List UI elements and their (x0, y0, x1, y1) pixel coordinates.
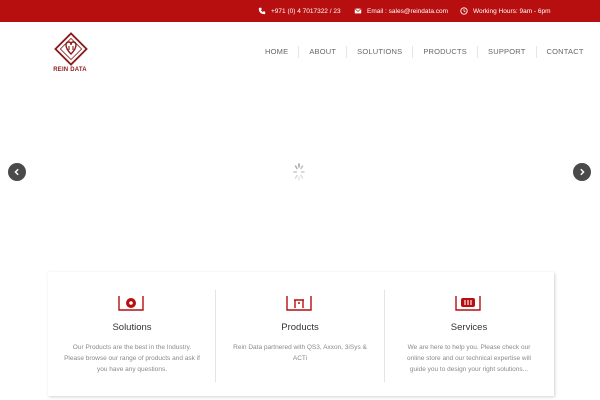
phone-contact[interactable]: +971 (0) 4 7017322 / 23 (257, 0, 341, 22)
rein-data-logo[interactable]: REIN DATA (50, 32, 90, 80)
site-header: REIN DATA HOME ABOUT SOLUTIONS PRODUCTS … (0, 22, 600, 82)
nav-item-products[interactable]: PRODUCTS (412, 46, 477, 58)
logo-text: REIN DATA (53, 67, 87, 73)
working-hours: Working Hours: 9am - 6pm (459, 0, 551, 22)
email-contact[interactable]: Email : sales@reindata.com (353, 0, 448, 22)
feature-title: Services (450, 322, 488, 333)
top-contact-bar: +971 (0) 4 7017322 / 23 Email : sales@re… (0, 0, 600, 22)
feature-description: Rein Data partnered with QS3, Axxon, 3iS… (233, 344, 367, 362)
nav-item-solutions[interactable]: SOLUTIONS (346, 46, 412, 58)
chevron-right-icon (580, 168, 585, 176)
feature-description: We are here to help you. Please check ou… (407, 344, 531, 373)
feature-title: Solutions (112, 322, 152, 333)
product-box-icon (286, 296, 312, 311)
loading-spinner-icon (293, 163, 305, 181)
nav-item-home[interactable]: HOME (255, 46, 298, 58)
feature-solutions[interactable]: Solutions Our Products are the best in t… (48, 272, 216, 396)
phone-icon (257, 7, 266, 16)
chevron-left-icon (14, 168, 19, 176)
feature-products[interactable]: Products Rein Data partnered with QS3, A… (216, 272, 384, 396)
feature-description: Our Products are the best in the Industr… (64, 344, 200, 373)
hero-slider (0, 82, 600, 272)
envelope-icon (353, 7, 362, 16)
logo-mark-icon (54, 32, 88, 66)
support-icon (455, 296, 481, 311)
email-address: Email : sales@reindata.com (367, 7, 449, 15)
feature-title: Products (281, 322, 319, 333)
phone-number: +971 (0) 4 7017322 / 23 (271, 7, 341, 15)
clock-icon (459, 7, 468, 16)
nav-item-contact[interactable]: CONTACT (535, 46, 594, 58)
gear-icon (118, 296, 144, 311)
features-panel: Solutions Our Products are the best in t… (48, 272, 554, 396)
working-hours-text: Working Hours: 9am - 6pm (473, 7, 551, 15)
slider-next-button[interactable] (573, 163, 591, 181)
nav-item-support[interactable]: SUPPORT (477, 46, 536, 58)
slider-prev-button[interactable] (8, 163, 26, 181)
main-nav: HOME ABOUT SOLUTIONS PRODUCTS SUPPORT CO… (255, 22, 594, 82)
feature-services[interactable]: Services We are here to help you. Please… (385, 272, 553, 396)
nav-item-about[interactable]: ABOUT (298, 46, 346, 58)
